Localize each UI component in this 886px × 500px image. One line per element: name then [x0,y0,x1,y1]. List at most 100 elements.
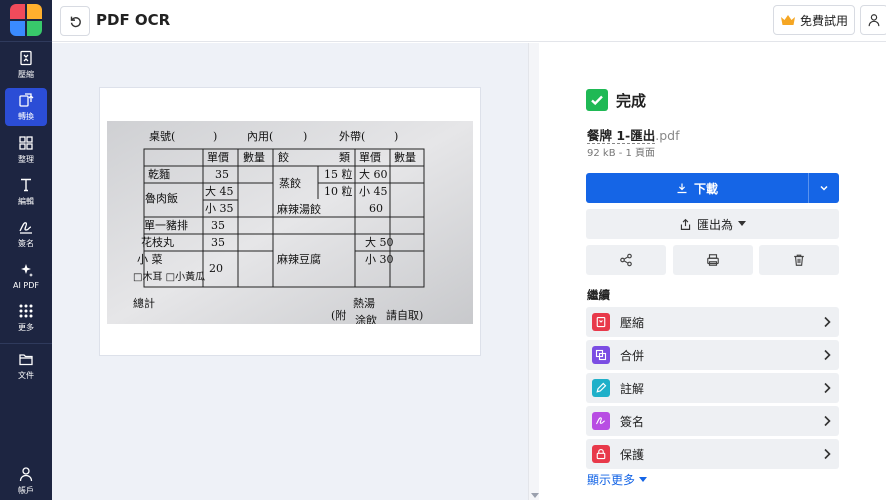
edit-text-icon [21,178,31,192]
status-text: 完成 [616,91,647,110]
menu-item-price: 60 [369,202,383,215]
sidebar-item-label: AI PDF [13,281,39,290]
sign-tool-icon [592,412,610,430]
sidebar-divider [0,41,52,42]
download-button[interactable]: 下載 [586,173,808,203]
menu-item-price: 小 35 [205,202,234,215]
menu-item-price: 小 45 [359,185,388,198]
menu-footer-total: 總計 [133,296,155,310]
sidebar-item-organize[interactable]: 整理 [5,131,47,169]
chevron-right-icon [824,382,831,394]
sidebar-item-label: 編輯 [18,197,34,206]
sidebar-item-compress[interactable]: 壓縮 [5,46,47,84]
page-title: PDF OCR [96,11,171,29]
delete-button[interactable] [759,245,839,275]
show-more-link[interactable]: 顯示更多 [587,471,648,488]
menu-header-close: ) [303,130,307,143]
undo-button[interactable] [60,6,90,36]
file-name-row: 餐牌 1-匯出.pdf [587,125,680,144]
menu-item-name: 單一豬排 [144,218,188,232]
ai-sparkle-icon [21,264,33,277]
menu-item-name: 蒸餃 [279,176,301,190]
check-icon [586,89,608,111]
convert-icon [19,93,34,107]
download-options-button[interactable] [808,173,839,203]
menu-item-price: 大 45 [205,184,234,198]
menu-item-name: 小 菜 [137,253,163,266]
trash-icon [794,254,804,266]
sidebar-item-convert[interactable]: 轉換 [5,88,47,126]
merge-tool-icon [592,346,610,364]
menu-item-name: 麻辣湯餃 [277,202,321,216]
menu-footer-note: 熱湯 [353,297,375,310]
menu-header-dinein: 內用( [247,130,273,143]
tool-annotate[interactable]: 註解 [586,373,839,403]
app-logo[interactable] [10,4,42,36]
free-trial-button[interactable]: 免費試用 [773,5,855,35]
tool-label: 簽名 [620,414,645,429]
menu-item-name: 花枝丸 [141,235,174,249]
menu-header-takeout: 外帶( [339,130,365,143]
menu-col-qty: 數量 [394,151,416,164]
menu-photo: 桌號( ) 內用( ) 外帶( ) 單價 數量 餃 類 單價 數量 乾麵 35 … [107,121,473,324]
status-row: 完成 [586,89,646,111]
sidebar-item-label: 壓縮 [18,70,34,79]
chevron-down-icon [820,185,828,191]
menu-item-price: 小 30 [365,253,394,266]
tool-sign[interactable]: 簽名 [586,406,839,436]
result-panel: 完成 餐牌 1-匯出.pdf 92 kB - 1 頁面 下載 匯出為 繼續 壓縮… [540,43,886,500]
sidebar-item-label: 整理 [18,155,34,164]
menu-item-price: 大 50 [365,235,394,249]
download-icon [677,183,687,194]
compress-tool-icon [592,313,610,331]
free-trial-label: 免費試用 [799,13,848,28]
preview-scrollbar[interactable] [528,43,539,500]
menu-item-price: 35 [211,219,225,232]
crown-icon [780,15,795,25]
sidebar-item-more[interactable]: 更多 [5,299,47,337]
menu-col-price: 單價 [207,150,229,164]
menu-col-type: 類 [339,151,350,164]
tool-compress[interactable]: 壓縮 [586,307,839,337]
folder-icon [19,354,33,366]
user-icon [868,14,880,27]
download-label: 下載 [693,181,718,196]
tool-protect[interactable]: 保護 [586,439,839,469]
sidebar-item-account[interactable]: 帳戶 [5,462,47,500]
sidebar-item-label: 文件 [18,371,34,380]
export-label: 匯出為 [696,217,733,232]
user-icon [19,467,33,482]
top-bar: PDF OCR 免費試用 [52,0,886,42]
sidebar-account-label: 帳戶 [18,486,34,495]
share-upload-icon [680,218,691,230]
sidebar-item-documents[interactable]: 文件 [5,347,47,385]
undo-icon [70,16,81,28]
printer-icon [707,254,719,266]
tool-merge[interactable]: 合併 [586,340,839,370]
continue-heading: 繼續 [587,288,610,302]
more-grid-icon [19,304,33,318]
menu-item-name: 乾麵 [148,168,170,181]
menu-item-qty: 10 粒 [324,184,353,198]
sidebar-item-ai-pdf[interactable]: AI PDF [5,257,47,295]
tool-label: 註解 [620,381,645,396]
caret-down-icon [639,476,648,482]
sign-icon [19,222,32,234]
pdf-page: 桌號( ) 內用( ) 外帶( ) 單價 數量 餃 類 單價 數量 乾麵 35 … [100,88,480,355]
share-button[interactable] [586,245,666,275]
sidebar-item-edit[interactable]: 編輯 [5,173,47,211]
scroll-down-arrow[interactable] [531,493,539,498]
menu-item-price: 35 [215,168,229,181]
sidebar-item-sign[interactable]: 簽名 [5,215,47,253]
show-more-label: 顯示更多 [587,473,636,487]
print-button[interactable] [673,245,753,275]
account-button[interactable] [860,5,886,35]
menu-col-price: 單價 [359,150,381,164]
export-as-button[interactable]: 匯出為 [586,209,839,239]
menu-item-qty: 15 粒 [324,167,353,181]
menu-header-close: ) [213,130,217,143]
file-name[interactable]: 餐牌 1-匯出 [587,128,656,144]
menu-footer-note: (附 [331,308,346,322]
tool-label: 壓縮 [620,315,645,330]
sidebar-item-label: 更多 [18,323,34,332]
